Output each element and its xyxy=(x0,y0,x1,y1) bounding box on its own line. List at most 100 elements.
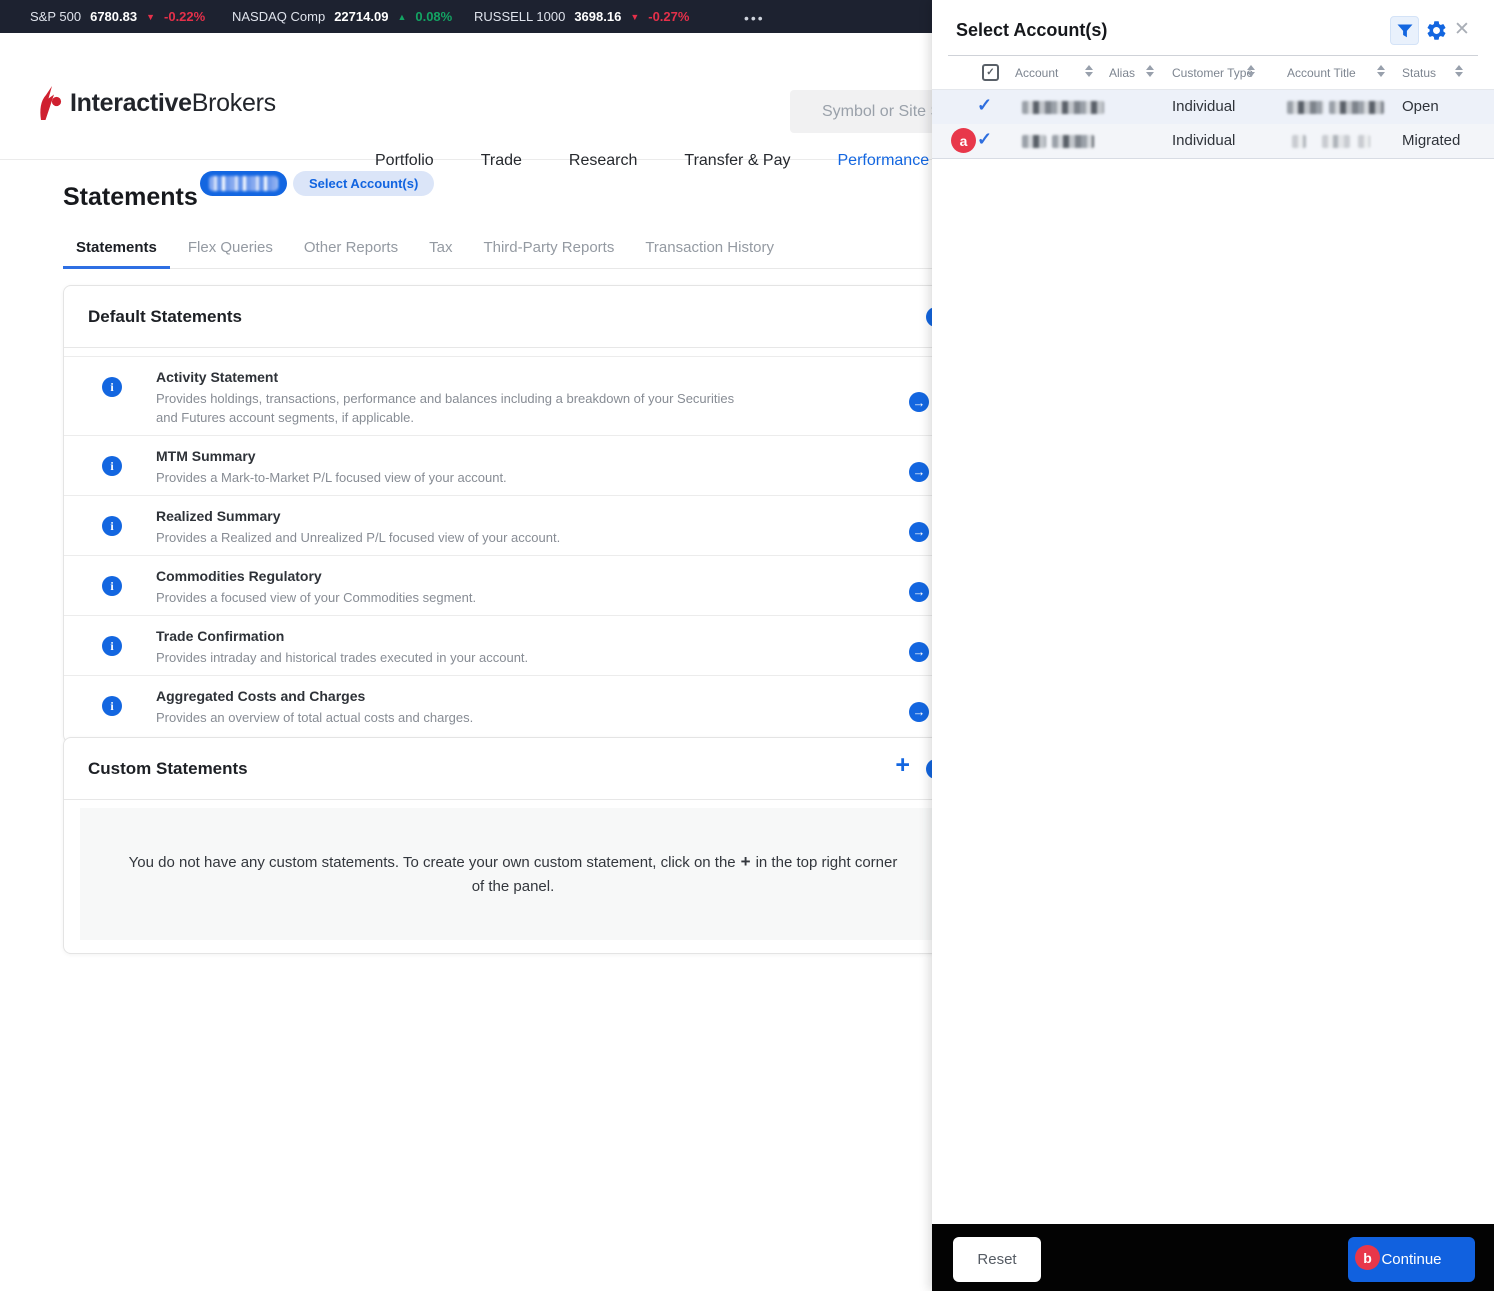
info-icon[interactable]: i xyxy=(102,696,122,716)
ticker-name: NASDAQ Comp xyxy=(232,9,325,24)
list-item-activity-statement[interactable]: i Activity Statement Provides holdings, … xyxy=(64,357,962,435)
ticker-more-icon[interactable]: ••• xyxy=(744,1,765,34)
ticker-value: 3698.16 xyxy=(574,9,621,24)
up-triangle-icon: ▲ xyxy=(397,12,406,22)
column-header-alias[interactable]: Alias xyxy=(1109,66,1135,80)
statement-description: Provides intraday and historical trades … xyxy=(156,648,528,667)
ticker-change: -0.22% xyxy=(164,9,205,24)
info-icon[interactable]: i xyxy=(102,576,122,596)
info-icon[interactable]: i xyxy=(102,636,122,656)
redacted-account-number xyxy=(1022,135,1046,148)
redacted-account-title xyxy=(1358,135,1370,148)
statement-description: Provides an overview of total actual cos… xyxy=(156,708,473,727)
list-item-mtm-summary[interactable]: i MTM Summary Provides a Mark-to-Market … xyxy=(64,435,962,495)
info-icon[interactable]: i xyxy=(102,456,122,476)
sort-icon[interactable] xyxy=(1377,65,1385,77)
info-icon[interactable]: i xyxy=(102,516,122,536)
logo-text-light: Brokers xyxy=(192,89,276,117)
statement-description: Provides a Realized and Unrealized P/L f… xyxy=(156,528,560,547)
account-badge-redacted[interactable] xyxy=(200,171,287,196)
statement-title: Activity Statement xyxy=(156,366,756,385)
nav-item-performance[interactable]: Performance & xyxy=(838,152,945,170)
annotation-marker-a: a xyxy=(951,128,976,153)
empty-state-message: You do not have any custom statements. T… xyxy=(123,850,903,899)
tab-statements[interactable]: Statements xyxy=(63,231,170,269)
custom-statements-header: Custom Statements + i xyxy=(64,738,962,800)
ticker-value: 6780.83 xyxy=(90,9,137,24)
open-arrow-icon[interactable]: → xyxy=(909,522,929,542)
add-custom-statement-button[interactable]: + xyxy=(895,753,910,778)
page-title: Statements xyxy=(63,183,198,212)
panel-footer: Reset Continue b xyxy=(932,1224,1494,1291)
list-item-trade-confirmation[interactable]: i Trade Confirmation Provides intraday a… xyxy=(64,615,962,675)
empty-text-before: You do not have any custom statements. T… xyxy=(129,854,736,871)
list-item-commodities-regulatory[interactable]: i Commodities Regulatory Provides a focu… xyxy=(64,555,962,615)
tab-transaction-history[interactable]: Transaction History xyxy=(632,231,787,268)
row-selected-check-icon[interactable]: ✓ xyxy=(977,129,992,150)
open-arrow-icon[interactable]: → xyxy=(909,702,929,722)
tab-third-party-reports[interactable]: Third-Party Reports xyxy=(470,231,627,268)
empty-state-box: You do not have any custom statements. T… xyxy=(80,808,946,940)
ticker-change: -0.27% xyxy=(648,9,689,24)
sort-icon[interactable] xyxy=(1247,65,1255,77)
screen: S&P 500 6780.83 ▼ -0.22% NASDAQ Comp 227… xyxy=(0,0,1494,1291)
list-item-content: Activity Statement Provides holdings, tr… xyxy=(156,366,756,427)
open-arrow-icon[interactable]: → xyxy=(909,642,929,662)
custom-statements-body: You do not have any custom statements. T… xyxy=(64,800,962,953)
list-item-realized-summary[interactable]: i Realized Summary Provides a Realized a… xyxy=(64,495,962,555)
info-icon[interactable]: i xyxy=(102,377,122,397)
plus-icon: + xyxy=(741,852,751,871)
card-title: Default Statements xyxy=(88,307,242,327)
open-arrow-icon[interactable]: → xyxy=(909,462,929,482)
open-arrow-icon[interactable]: → xyxy=(909,392,929,412)
tab-flex-queries[interactable]: Flex Queries xyxy=(175,231,286,268)
down-triangle-icon: ▼ xyxy=(630,12,639,22)
table-row-account-2[interactable]: ✓ Individual Migrated xyxy=(932,124,1494,159)
column-header-customer-type[interactable]: Customer Type xyxy=(1172,66,1253,80)
tab-other-reports[interactable]: Other Reports xyxy=(291,231,411,268)
sort-icon[interactable] xyxy=(1085,65,1093,77)
sort-icon[interactable] xyxy=(1455,65,1463,77)
column-header-account[interactable]: Account xyxy=(1015,66,1058,80)
list-item-content: Realized Summary Provides a Realized and… xyxy=(156,505,560,547)
open-arrow-icon[interactable]: → xyxy=(909,582,929,602)
customer-type-cell: Individual xyxy=(1172,132,1235,149)
select-accounts-button[interactable]: Select Account(s) xyxy=(293,171,434,196)
gear-icon[interactable] xyxy=(1425,19,1448,42)
sort-icon[interactable] xyxy=(1146,65,1154,77)
default-statements-list: i Activity Statement Provides holdings, … xyxy=(64,356,962,742)
redacted-account-title xyxy=(1322,135,1350,148)
ticker-russell: RUSSELL 1000 3698.16 ▼ -0.27% xyxy=(474,0,689,33)
customer-type-cell: Individual xyxy=(1172,98,1235,115)
default-statements-card: Default Statements i i Activity Statemen… xyxy=(63,285,963,743)
row-selected-check-icon[interactable]: ✓ xyxy=(977,95,992,116)
nav-item-trade[interactable]: Trade xyxy=(481,152,522,170)
list-item-content: Aggregated Costs and Charges Provides an… xyxy=(156,685,473,727)
nav-item-transfer-pay[interactable]: Transfer & Pay xyxy=(684,152,790,170)
list-item-content: Commodities Regulatory Provides a focuse… xyxy=(156,565,476,607)
main-nav: Portfolio Trade Research Transfer & Pay … xyxy=(375,152,944,170)
tab-tax[interactable]: Tax xyxy=(416,231,465,268)
close-icon[interactable]: ✕ xyxy=(1454,18,1470,41)
table-row-account-1[interactable]: ✓ Individual Open xyxy=(932,90,1494,124)
nav-item-research[interactable]: Research xyxy=(569,152,637,170)
ticker-nasdaq: NASDAQ Comp 22714.09 ▲ 0.08% xyxy=(232,0,452,33)
reset-button[interactable]: Reset xyxy=(953,1237,1041,1282)
ticker-name: RUSSELL 1000 xyxy=(474,9,565,24)
filter-funnel-icon xyxy=(1397,24,1413,38)
statement-title: Aggregated Costs and Charges xyxy=(156,685,473,704)
ticker-sp500: S&P 500 6780.83 ▼ -0.22% xyxy=(30,0,205,33)
custom-statements-card: Custom Statements + i You do not have an… xyxy=(63,737,963,954)
column-header-status[interactable]: Status xyxy=(1402,66,1436,80)
logo-mark-icon xyxy=(35,85,63,121)
nav-item-portfolio[interactable]: Portfolio xyxy=(375,152,434,170)
interactive-brokers-logo[interactable]: InteractiveBrokers xyxy=(35,85,276,121)
accounts-table-header: ✓ Account Alias Customer Type Account Ti… xyxy=(932,56,1494,90)
list-item-aggregated-costs[interactable]: i Aggregated Costs and Charges Provides … xyxy=(64,675,962,735)
select-all-checkbox[interactable]: ✓ xyxy=(982,64,999,81)
column-header-account-title[interactable]: Account Title xyxy=(1287,66,1356,80)
filter-button[interactable] xyxy=(1390,16,1419,45)
redacted-account-blur xyxy=(209,176,278,191)
status-cell: Migrated xyxy=(1402,132,1460,149)
checkbox-check-icon: ✓ xyxy=(986,67,994,78)
